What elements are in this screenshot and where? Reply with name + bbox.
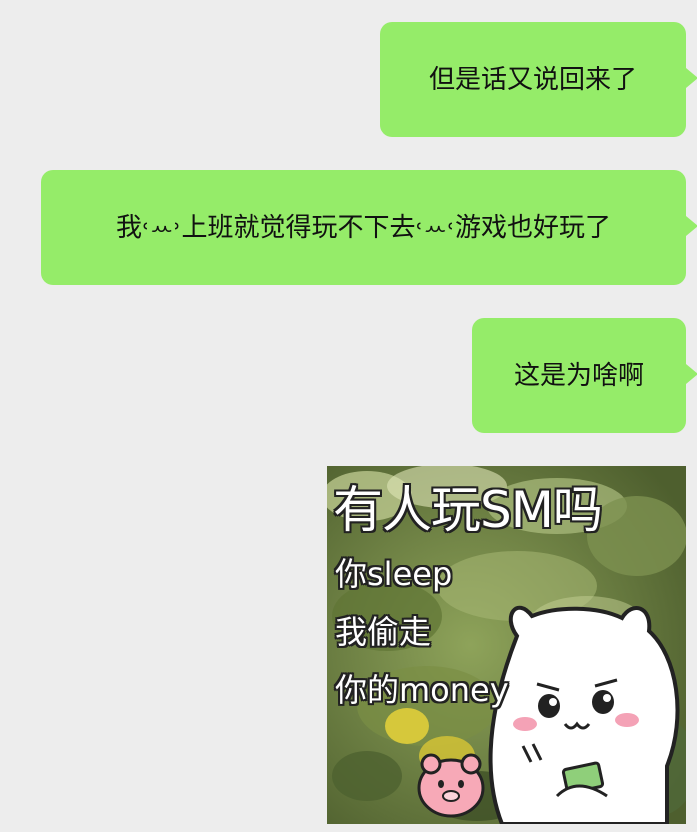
sticker-image[interactable]: 有人玩SM吗 你sleep 我偷走 你的money bbox=[327, 466, 686, 824]
bubble-tail bbox=[686, 68, 697, 88]
message-bubble[interactable]: 我˓ꕀ˒上班就觉得玩不下去˓ꕀ˓游戏也好玩了 bbox=[41, 170, 697, 285]
sticker-line: 你sleep bbox=[335, 555, 453, 593]
sticker-title: 有人玩SM吗 bbox=[333, 481, 603, 539]
message-text: 我˓ꕀ˒上班就觉得玩不下去˓ꕀ˓游戏也好玩了 bbox=[115, 212, 612, 243]
sticker-line: 你的money bbox=[335, 671, 509, 709]
sticker-line: 我偷走 bbox=[335, 613, 432, 651]
bubble-tail bbox=[686, 364, 697, 384]
message-bubble[interactable]: 这是为啥啊 bbox=[472, 318, 697, 433]
bubble-tail bbox=[686, 216, 697, 236]
message-text: 这是为啥啊 bbox=[513, 360, 644, 391]
message-bubble[interactable]: 但是话又说回来了 bbox=[380, 22, 697, 137]
message-text: 但是话又说回来了 bbox=[428, 64, 637, 95]
